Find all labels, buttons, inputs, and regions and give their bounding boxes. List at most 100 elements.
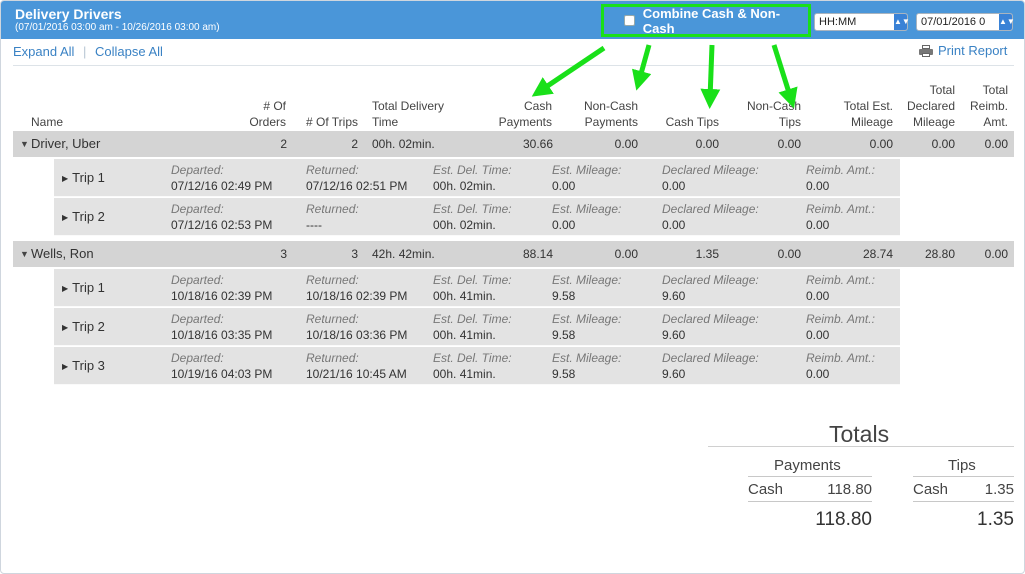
est-del-time-label: Est. Del. Time:	[433, 202, 512, 216]
col-declared-mileage: Total Declared Mileage	[906, 83, 955, 129]
collapse-triangle-icon[interactable]: ▼	[20, 249, 29, 259]
toolbar-divider	[13, 65, 1014, 66]
declared-mileage-label: Declared Mileage:	[662, 163, 759, 177]
returned-label: Returned:	[306, 202, 359, 216]
trip-toggle[interactable]: ▶ Trip 2	[62, 209, 105, 224]
driver-row[interactable]: ▼ Wells, Ron 3 3 42h. 42min. 88.14 0.00 …	[13, 241, 1014, 267]
trip-toggle[interactable]: ▶ Trip 1	[62, 280, 105, 295]
returned-label: Returned:	[306, 351, 359, 365]
trip-label: Trip 2	[72, 209, 105, 224]
expand-triangle-icon: ▶	[62, 284, 69, 293]
est-del-time-value: 00h. 41min.	[433, 367, 496, 381]
print-report-label: Print Report	[938, 43, 1008, 58]
trip-row[interactable]: ▶ Trip 1 Departed: 07/12/16 02:49 PM Retu…	[54, 159, 900, 197]
departed-value: 07/12/16 02:49 PM	[171, 179, 273, 193]
payments-cash-label: Cash	[748, 481, 784, 498]
est-del-time-value: 00h. 02min.	[433, 179, 496, 193]
est-mileage-label: Est. Mileage:	[552, 163, 622, 177]
trip-label: Trip 1	[72, 170, 105, 185]
trip-row[interactable]: ▶ Trip 1 Departed: 10/18/16 02:39 PM Retu…	[54, 269, 900, 307]
est-del-time-value: 00h. 41min.	[433, 289, 496, 303]
tips-header-rule	[913, 476, 1014, 477]
trip-row[interactable]: ▶ Trip 3 Departed: 10/19/16 04:03 PM Retu…	[54, 347, 900, 385]
print-report-link[interactable]: Print Report	[919, 43, 1007, 58]
declared-mileage-value: 0.00	[662, 218, 686, 232]
reimb-amt-label: Reimb. Amt.:	[806, 163, 875, 177]
driver-delivery-time: 42h. 42min.	[372, 247, 435, 261]
driver-orders: 3	[280, 247, 287, 261]
returned-label: Returned:	[306, 273, 359, 287]
driver-declared-mileage: 0.00	[931, 137, 955, 151]
reimb-amt-value: 0.00	[806, 367, 830, 381]
report-date-range: (07/01/2016 03:00 am - 10/26/2016 03:00 …	[15, 22, 220, 33]
departed-label: Departed:	[171, 351, 224, 365]
expand-triangle-icon: ▶	[62, 323, 69, 332]
report-title: Delivery Drivers	[15, 6, 122, 22]
reimb-amt-label: Reimb. Amt.:	[806, 202, 875, 216]
combine-label: Combine Cash & Non-Cash	[642, 5, 781, 36]
trip-label: Trip 1	[72, 280, 105, 295]
collapse-triangle-icon[interactable]: ▼	[20, 139, 29, 149]
driver-noncash-payments: 0.00	[614, 247, 638, 261]
expand-triangle-icon: ▶	[62, 213, 69, 222]
collapse-all-link[interactable]: Collapse All	[95, 44, 163, 59]
departed-label: Departed:	[171, 273, 224, 287]
date-select[interactable]: 07/01/2016 0 ▲▼	[916, 13, 1015, 31]
departed-value: 10/19/16 04:03 PM	[171, 367, 273, 381]
report-window: Delivery Drivers (07/01/2016 03:00 am - …	[0, 0, 1025, 574]
tips-cash-label: Cash	[913, 481, 949, 498]
est-del-time-label: Est. Del. Time:	[433, 163, 512, 177]
trip-row[interactable]: ▶ Trip 2 Departed: 07/12/16 02:53 PM Retu…	[54, 198, 900, 236]
trip-toggle[interactable]: ▶ Trip 2	[62, 319, 105, 334]
driver-delivery-time: 00h. 02min.	[372, 137, 435, 151]
departed-label: Departed:	[171, 163, 224, 177]
driver-cash-payments: 30.66	[522, 137, 553, 151]
driver-cash-payments: 88.14	[522, 247, 553, 261]
departed-label: Departed:	[171, 202, 224, 216]
trip-toggle[interactable]: ▶ Trip 1	[62, 170, 105, 185]
date-select-value: 07/01/2016 0	[921, 16, 986, 28]
tips-sum-rule	[913, 501, 1014, 502]
expand-all-link[interactable]: Expand All	[13, 44, 74, 59]
toolbar-separator: |	[83, 44, 87, 59]
time-select-value: HH:MM	[819, 16, 857, 28]
col-trips: # Of Trips	[305, 115, 358, 129]
reimb-amt-value: 0.00	[806, 218, 830, 232]
declared-mileage-value: 0.00	[662, 179, 686, 193]
driver-trips: 3	[351, 247, 358, 261]
payments-total: 118.80	[815, 509, 872, 530]
trip-row[interactable]: ▶ Trip 2 Departed: 10/18/16 03:35 PM Retu…	[54, 308, 900, 346]
combine-cash-noncash-toggle[interactable]: Combine Cash & Non-Cash	[601, 4, 811, 37]
declared-mileage-label: Declared Mileage:	[662, 312, 759, 326]
est-del-time-label: Est. Del. Time:	[433, 273, 512, 287]
declared-mileage-label: Declared Mileage:	[662, 202, 759, 216]
tips-total: 1.35	[977, 509, 1014, 530]
returned-value: 10/21/16 10:45 AM	[306, 367, 407, 381]
col-name: Name	[31, 115, 64, 129]
driver-est-mileage: 0.00	[869, 137, 893, 151]
expand-triangle-icon: ▶	[62, 362, 69, 371]
driver-row[interactable]: ▼ Driver, Uber 2 2 00h. 02min. 30.66 0.0…	[13, 131, 1014, 157]
reimb-amt-value: 0.00	[806, 179, 830, 193]
returned-label: Returned:	[306, 163, 359, 177]
est-mileage-value: 9.58	[552, 328, 576, 342]
trip-toggle[interactable]: ▶ Trip 3	[62, 358, 105, 373]
totals-divider	[708, 446, 1014, 447]
payments-header: Payments	[774, 457, 841, 474]
driver-noncash-tips: 0.00	[777, 247, 801, 261]
driver-name: Driver, Uber	[31, 136, 101, 151]
driver-declared-mileage: 28.80	[924, 247, 955, 261]
combine-checkbox[interactable]	[624, 15, 635, 26]
col-cash-payments: Cash Payments	[498, 99, 552, 129]
declared-mileage-value: 9.60	[662, 328, 686, 342]
printer-icon	[919, 44, 933, 57]
returned-value: 07/12/16 02:51 PM	[306, 179, 408, 193]
trip-label: Trip 2	[72, 319, 105, 334]
est-mileage-value: 9.58	[552, 289, 576, 303]
time-select[interactable]: HH:MM ▲▼	[814, 13, 910, 31]
reimb-amt-value: 0.00	[806, 328, 830, 342]
arrow-to-noncash-payments	[632, 44, 652, 91]
driver-cash-tips: 1.35	[695, 247, 719, 261]
est-mileage-label: Est. Mileage:	[552, 202, 622, 216]
reimb-amt-label: Reimb. Amt.:	[806, 273, 875, 287]
